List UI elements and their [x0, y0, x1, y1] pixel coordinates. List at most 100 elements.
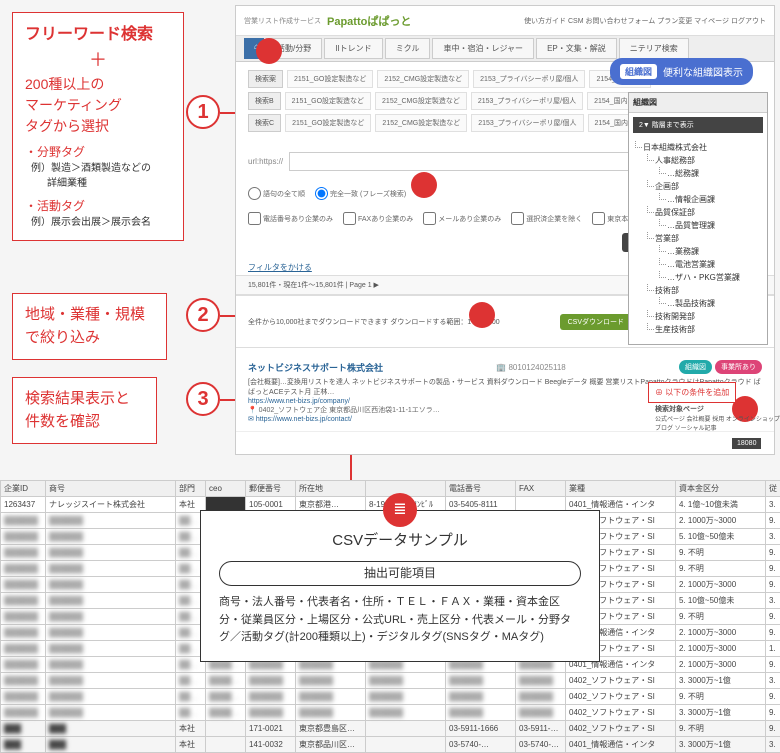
search-row-b-c1[interactable]: 2151_GO設定製造など: [285, 92, 371, 110]
org-node[interactable]: 人事総務部: [655, 154, 761, 167]
chk-tel[interactable]: 電話番号あり企業のみ: [248, 212, 333, 225]
csv-h-id: 企業ID: [1, 481, 46, 497]
csv-row: ██████本社171-0021東京都豊島区西池袋1-11-1ｴｿﾗ ランプ03…: [1, 721, 780, 737]
highlight-dot-3: [469, 302, 495, 328]
anno1-line2a: 200種以上の: [25, 76, 104, 92]
pager-text: 15,801件・現在1件〜15,801件 | Page 1 ▶: [248, 280, 379, 290]
step-number-2: 2: [186, 298, 220, 332]
anno1-line1: フリーワード検索: [25, 23, 171, 47]
result-corp-no: 🏢 8010124025118: [496, 363, 565, 372]
csv-download-button[interactable]: CSVダウンロード: [560, 314, 632, 330]
search-row-c-c2[interactable]: 2152_CMG設定製造など: [375, 114, 467, 132]
highlight-dot-2: [411, 172, 437, 198]
csv-h-cap: 資本金区分: [676, 481, 766, 497]
org-node[interactable]: …品質管理課: [667, 219, 761, 232]
org-node[interactable]: …ザハ・PKG営業課: [667, 271, 761, 284]
org-node[interactable]: 品質保証部: [655, 206, 761, 219]
anno2-line2: で絞り込み: [25, 329, 100, 346]
search-row-a-label: 検索案: [248, 70, 283, 88]
annotation-3: 検索結果表示と 件数を確認: [12, 377, 157, 444]
document-icon: ≣: [383, 493, 417, 527]
overlay-title: CSVデータサンプル: [219, 529, 581, 553]
org-node[interactable]: …電池営業課: [667, 258, 761, 271]
radio-all-words[interactable]: 語句の全て順: [248, 183, 305, 204]
org-node[interactable]: 技術開発部: [655, 310, 761, 323]
target-page-label: 検索対象ページ 公式ページ 会社概要 採用 オンラインショップ ブログ ソーシャ…: [655, 404, 780, 432]
org-node[interactable]: 生産技術部: [655, 323, 761, 336]
search-row-a-c2[interactable]: 2152_CMG設定製造など: [377, 70, 469, 88]
org-callout-bubble: 組織図 便利な組織図表示: [610, 58, 753, 85]
add-condition-button[interactable]: ⊕ 以下の条件を追加: [648, 382, 736, 403]
url-prefix: url:https://: [248, 157, 283, 166]
org-node[interactable]: …製品技術課: [667, 297, 761, 310]
org-depth-select[interactable]: 2▼ 階層まで表示: [633, 117, 763, 133]
anno1-ex1: 例）製造＞酒類製造などの: [31, 161, 171, 176]
search-row-a-c1[interactable]: 2151_GO設定製造など: [287, 70, 373, 88]
dl-range-text: 全件から10,000社までダウンロードできます ダウンロードする範囲：1〜10,…: [248, 317, 500, 327]
chip-office[interactable]: 事業所あり: [715, 360, 762, 374]
csv-sample-overlay: ≣ CSVデータサンプル 抽出可能項目 商号・法人番号・代表者名・住所・ＴＥＬ・…: [200, 510, 600, 662]
org-node[interactable]: …情報企画課: [667, 193, 761, 206]
header-links[interactable]: 使い方ガイド CSM お問い合わせフォーム プラン変更 マイページ ログアウト: [524, 16, 766, 26]
chk-exclude-selected[interactable]: 選択済企業を除く: [511, 212, 582, 225]
org-callout-tag: 組織図: [620, 64, 657, 79]
anno1-plus: ＋: [25, 47, 171, 74]
page-count: 18080: [732, 438, 761, 449]
app-header: 営業リスト作成サービス Papattoぱぱっと 使い方ガイド CSM お問い合わ…: [236, 6, 774, 36]
search-row-c-label: 検索C: [248, 114, 281, 132]
search-row-c-c3[interactable]: 2153_プライバシーポリ屋/個人: [471, 114, 583, 132]
csv-row-blur: ████████████████████████████████████████…: [1, 705, 780, 721]
result-title[interactable]: ネットビジネスサポート株式会社: [248, 361, 383, 374]
csv-row-blur: ████████████████████████████████████████…: [1, 673, 780, 689]
org-node[interactable]: 技術部: [655, 284, 761, 297]
org-node[interactable]: …業務課: [667, 245, 761, 258]
tab-4[interactable]: EP・文集・解説: [536, 38, 617, 59]
anno1-ex1b: 詳細業種: [47, 176, 171, 191]
app-logo: Papattoぱぱっと: [327, 13, 411, 29]
search-row-b-c2[interactable]: 2152_CMG設定製造など: [375, 92, 467, 110]
highlight-dot-1: [256, 38, 282, 64]
org-node[interactable]: …総務課: [667, 167, 761, 180]
step-number-1: 1: [186, 95, 220, 129]
csv-h-addr: 所在地: [296, 481, 366, 497]
csv-header-row: 企業ID 商号 部門 ceo 郵便番号 所在地 電話番号 FAX 業種 資本金区…: [1, 481, 780, 497]
csv-h-zip: 郵便番号: [246, 481, 296, 497]
anno1-line2b: マーケティング: [25, 97, 122, 113]
step-number-3: 3: [186, 382, 220, 416]
tab-5[interactable]: ニテリア検索: [619, 38, 689, 59]
chk-mail[interactable]: メールあり企業のみ: [423, 212, 501, 225]
search-row-c-c1[interactable]: 2151_GO設定製造など: [285, 114, 371, 132]
chip-org[interactable]: 組織図: [679, 360, 712, 374]
tab-2[interactable]: ミクル: [385, 38, 431, 59]
org-root[interactable]: 日本組織株式会社: [643, 141, 761, 154]
csv-row: ██████本社141-0032東京都品川区大崎1-6-4新大崎勧業…03-57…: [1, 737, 780, 753]
anno1-line2c: タグから選択: [25, 118, 109, 134]
org-callout-text: 便利な組織図表示: [663, 64, 743, 79]
csv-h-name: 商号: [46, 481, 176, 497]
tab-3[interactable]: 車中・宿泊・レジャー: [432, 38, 534, 59]
radio-phrase[interactable]: 完全一致 (フレーズ検索): [315, 183, 406, 204]
anno3-line2: 件数を確認: [25, 413, 100, 430]
tab-1[interactable]: IIトレンド: [324, 38, 382, 59]
csv-h-ind: 業種: [566, 481, 676, 497]
org-tree-panel: 組織図 2▼ 階層まで表示 日本組織株式会社 人事総務部 …総務課 企画部 …情…: [628, 92, 768, 345]
csv-row-blur: ████████████████████████████████████████…: [1, 689, 780, 705]
csv-h-ceo: ceo: [206, 481, 246, 497]
org-node[interactable]: 営業部: [655, 232, 761, 245]
csv-h-dept: 部門: [176, 481, 206, 497]
anno2-line1: 地域・業種・規模: [25, 306, 145, 323]
search-row-b-c3[interactable]: 2153_プライバシーポリ屋/個人: [471, 92, 583, 110]
search-row-a-c3[interactable]: 2153_プライバシーポリ屋/個人: [473, 70, 585, 88]
anno1-bullet2: ・活動タグ: [25, 197, 171, 215]
org-node[interactable]: 企画部: [655, 180, 761, 193]
anno3-line1: 検索結果表示と: [25, 390, 130, 407]
csv-h-emp: 従: [766, 481, 780, 497]
anno1-ex2: 例）展示会出展＞展示会名: [31, 215, 171, 230]
search-row-b-label: 検索B: [248, 92, 281, 110]
csv-h-tel: 電話番号: [446, 481, 516, 497]
anno1-bullet1: ・分野タグ: [25, 143, 171, 161]
overlay-body: 商号・法人番号・代表者名・住所・ＴＥＬ・ＦＡＸ・業種・資本金区分・従業員区分・上…: [219, 594, 581, 647]
service-tagline: 営業リスト作成サービス: [244, 16, 321, 26]
annotation-2: 地域・業種・規模 で絞り込み: [12, 293, 167, 360]
chk-fax[interactable]: FAXあり企業のみ: [343, 212, 413, 225]
